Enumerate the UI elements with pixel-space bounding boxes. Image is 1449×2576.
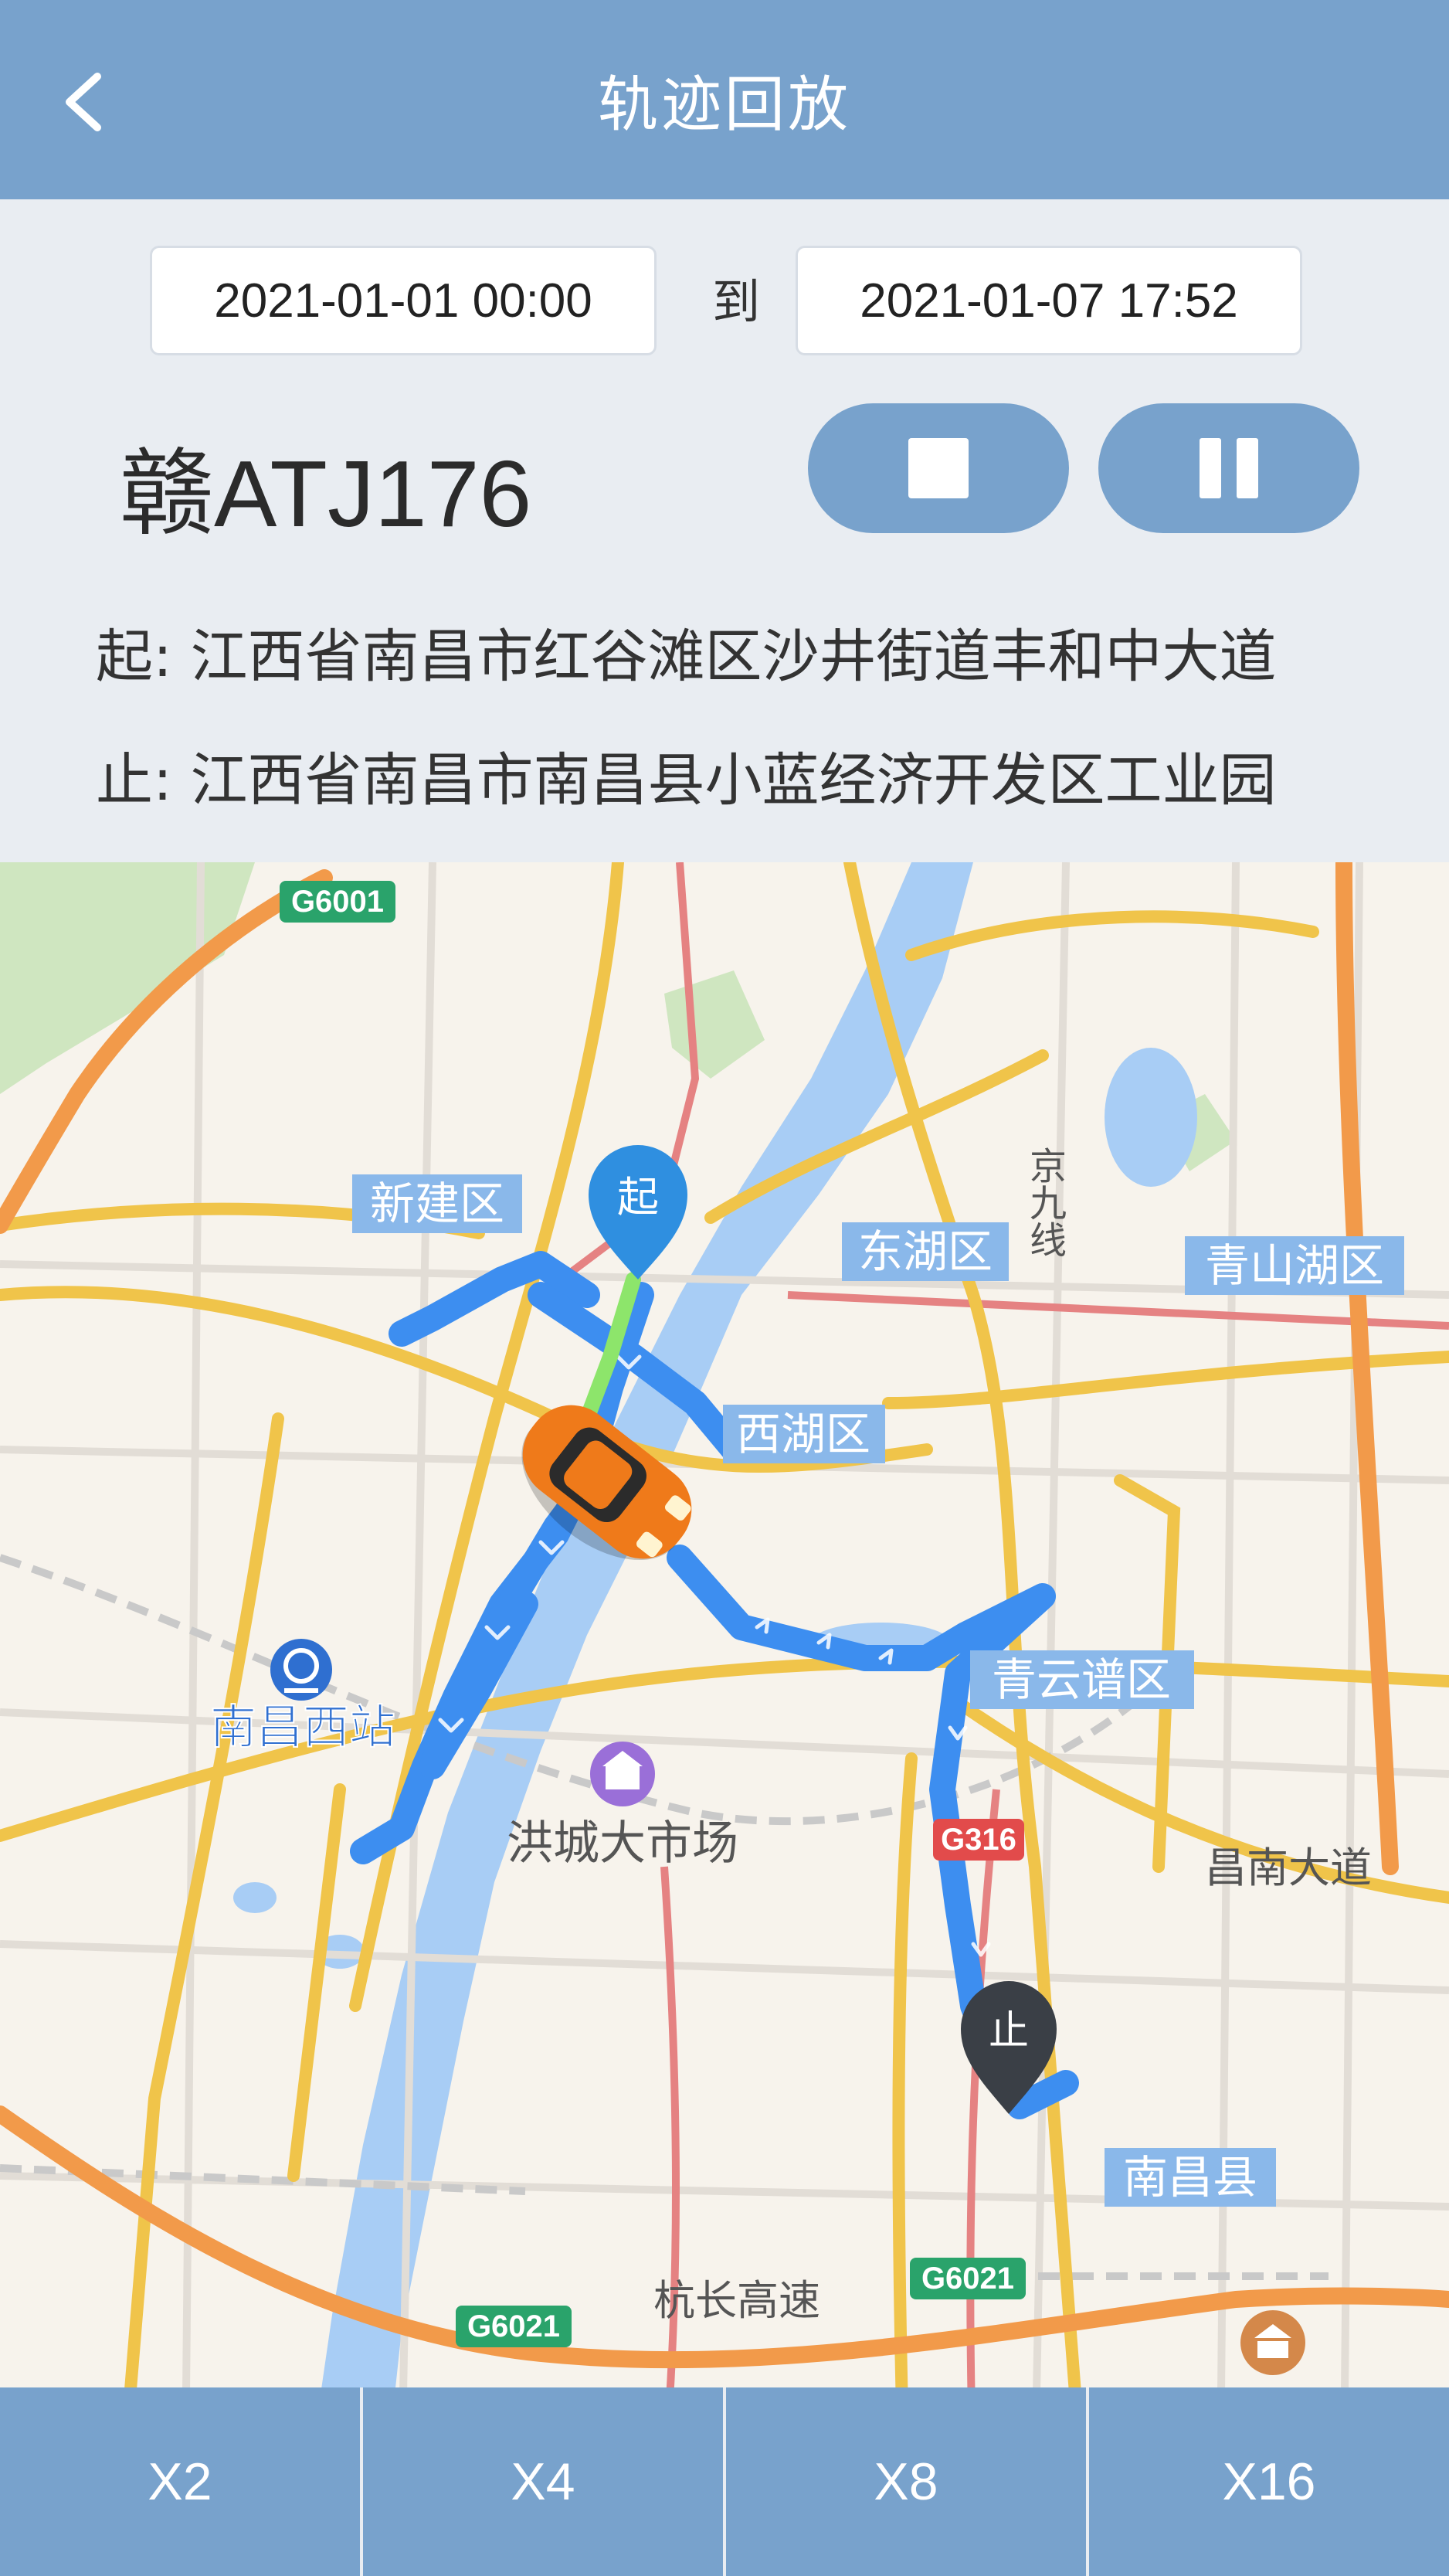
label-xinjian: 新建区	[370, 1178, 504, 1230]
label-jingjiu: 京九线	[1023, 1147, 1066, 1258]
playback-speed-bar: X2 X4 X8 X16	[0, 2387, 1449, 2576]
label-qingyunpu: 青云谱区	[992, 1653, 1171, 1706]
end-address: 止: 江西省南昌市南昌县小蓝经济开发区工业园	[96, 747, 1277, 814]
label-nanchangxi: 南昌西站	[210, 1701, 395, 1755]
speed-x16-button[interactable]: X16	[1089, 2387, 1449, 2576]
end-time-field[interactable]: 2021-01-07 17:52	[796, 246, 1302, 355]
app-bar: 轨迹回放	[0, 0, 1449, 199]
start-time-field[interactable]: 2021-01-01 00:00	[150, 246, 657, 355]
label-hangchang: 杭长高速	[653, 2276, 820, 2325]
speed-x4-button[interactable]: X4	[363, 2387, 726, 2576]
lake	[1105, 1048, 1197, 1187]
shield-g6021-a: G6021	[467, 2309, 560, 2343]
label-qingshanhu: 青山湖区	[1205, 1239, 1384, 1292]
stop-icon	[908, 438, 969, 498]
market-icon	[590, 1742, 655, 1806]
railway-station-icon	[270, 1639, 332, 1701]
vehicle-plate: 赣ATJ176	[120, 441, 532, 546]
start-address: 起: 江西省南昌市红谷滩区沙井街道丰和中大道	[96, 624, 1277, 690]
to-label: 到	[711, 274, 760, 330]
park-area	[0, 862, 255, 1094]
label-changnan: 昌南大道	[1205, 1844, 1372, 1892]
park-area	[664, 970, 765, 1079]
shield-g316: G316	[941, 1823, 1016, 1857]
shield-g6001: G6001	[291, 885, 384, 919]
label-hongcheng: 洪城大市场	[507, 1816, 738, 1871]
label-donghu: 东湖区	[858, 1225, 993, 1278]
speed-x8-button[interactable]: X8	[726, 2387, 1089, 2576]
map-view[interactable]: 起 止 新建区 东湖区 青山湖区 西湖区 青云谱区 南昌县 南昌西站 洪城大市场…	[0, 862, 1449, 2474]
landmark-icon	[1240, 2310, 1305, 2375]
label-xihu: 西湖区	[736, 1408, 870, 1460]
start-marker-label: 起	[617, 1173, 659, 1222]
lake	[233, 1882, 277, 1913]
shield-g6021-b: G6021	[921, 2262, 1014, 2296]
start-marker[interactable]: 起	[589, 1145, 687, 1280]
map-canvas[interactable]: 起 止 新建区 东湖区 青山湖区 西湖区 青云谱区 南昌县 南昌西站 洪城大市场…	[0, 862, 1449, 2474]
page-title: 轨迹回放	[597, 70, 851, 140]
stop-button[interactable]	[808, 403, 1069, 533]
end-marker-label: 止	[989, 2008, 1029, 2054]
pause-icon	[1200, 438, 1258, 498]
pause-button[interactable]	[1098, 403, 1359, 533]
label-nanchangxian: 南昌县	[1123, 2151, 1257, 2204]
speed-x2-button[interactable]: X2	[0, 2387, 363, 2576]
